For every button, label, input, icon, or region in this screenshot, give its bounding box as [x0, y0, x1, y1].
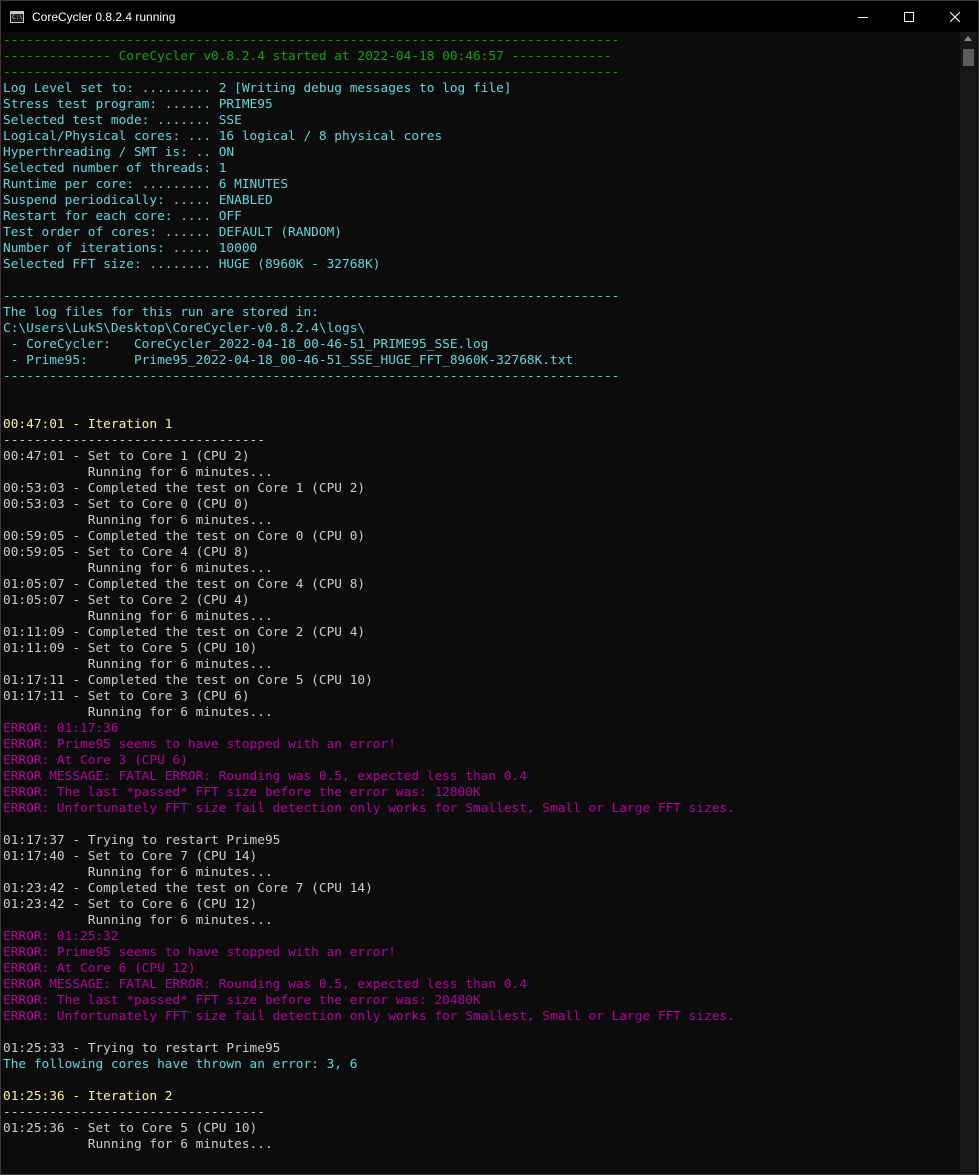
console-window: C:\ CoreCycler 0.8.2.4 running ---------… — [0, 0, 979, 1175]
close-button[interactable] — [932, 1, 978, 32]
console-line: Logical/Physical cores: ... 16 logical /… — [3, 129, 443, 144]
vertical-scrollbar[interactable] — [960, 32, 977, 1174]
console-line: ----------------------------------------… — [3, 33, 620, 48]
console-line: -------------- CoreCycler v0.8.2.4 start… — [3, 49, 612, 64]
console-line: 00:53:03 - Completed the test on Core 1 … — [3, 481, 366, 496]
console-line: 01:17:11 - Completed the test on Core 5 … — [3, 673, 373, 688]
console-line: The log files for this run are stored in… — [3, 305, 319, 320]
console-line: ERROR: Prime95 seems to have stopped wit… — [3, 945, 396, 960]
console-line: ERROR: At Core 6 (CPU 12) — [3, 961, 196, 976]
console-line: ERROR MESSAGE: FATAL ERROR: Rounding was… — [3, 769, 527, 784]
console-line: 01:11:09 - Completed the test on Core 2 … — [3, 625, 366, 640]
console-line: Restart for each core: .... OFF — [3, 209, 242, 224]
console-line: 01:11:09 - Set to Core 5 (CPU 10) — [3, 641, 258, 656]
console-line: Running for 6 minutes... — [3, 561, 273, 576]
console-line: Number of iterations: ..... 10000 — [3, 241, 258, 256]
console-line: Selected test mode: ....... SSE — [3, 113, 242, 128]
console-line: 01:23:42 - Completed the test on Core 7 … — [3, 881, 373, 896]
console-line: 00:47:01 - Set to Core 1 (CPU 2) — [3, 449, 250, 464]
maximize-button[interactable] — [886, 1, 932, 32]
console-line: 00:59:05 - Set to Core 4 (CPU 8) — [3, 545, 250, 560]
console-line: ERROR: Unfortunately FFT size fail detec… — [3, 1009, 735, 1024]
console-line: 01:05:07 - Set to Core 2 (CPU 4) — [3, 593, 250, 608]
console-line: Runtime per core: ......... 6 MINUTES — [3, 177, 289, 192]
console-line: Selected FFT size: ........ HUGE (8960K … — [3, 257, 381, 272]
console-line: Test order of cores: ...... DEFAULT (RAN… — [3, 225, 342, 240]
console-line: ERROR: Unfortunately FFT size fail detec… — [3, 801, 735, 816]
console-line: ----------------------------------------… — [3, 289, 620, 304]
console-line: C:\Users\LukS\Desktop\CoreCycler-v0.8.2.… — [3, 321, 366, 336]
console-line: ---------------------------------- — [3, 433, 265, 448]
console-line: Running for 6 minutes... — [3, 609, 273, 624]
console-line: 00:59:05 - Completed the test on Core 0 … — [3, 529, 366, 544]
console-line: 01:25:36 - Set to Core 5 (CPU 10) — [3, 1121, 258, 1136]
console-line: 01:17:11 - Set to Core 3 (CPU 6) — [3, 689, 250, 704]
console-line: Running for 6 minutes... — [3, 913, 273, 928]
console-line: Running for 6 minutes... — [3, 1137, 273, 1152]
console-line: 00:47:01 - Iteration 1 — [3, 417, 173, 432]
console-line: Running for 6 minutes... — [3, 657, 273, 672]
console-line: The following cores have thrown an error… — [3, 1057, 358, 1072]
console-line: Running for 6 minutes... — [3, 513, 273, 528]
console-line: 01:23:42 - Set to Core 6 (CPU 12) — [3, 897, 258, 912]
console-line: Log Level set to: ......... 2 [Writing d… — [3, 81, 512, 96]
minimize-icon — [858, 16, 868, 18]
minimize-button[interactable] — [840, 1, 886, 32]
window-controls — [840, 1, 978, 32]
console-line: 01:17:37 - Trying to restart Prime95 — [3, 833, 281, 848]
console-line: 01:17:40 - Set to Core 7 (CPU 14) — [3, 849, 258, 864]
scroll-up-arrow-icon[interactable] — [964, 36, 972, 41]
maximize-icon — [904, 11, 914, 22]
console-line: Stress test program: ...... PRIME95 — [3, 97, 273, 112]
console-line: ERROR: Prime95 seems to have stopped wit… — [3, 737, 396, 752]
console-line: Suspend periodically: ..... ENABLED — [3, 193, 273, 208]
console-output[interactable]: ---------------------------------- ------… — [3, 33, 958, 1173]
console-line: 01:25:33 - Trying to restart Prime95 — [3, 1041, 281, 1056]
console-line: Running for 6 minutes... — [3, 705, 273, 720]
console-line: ERROR: At Core 3 (CPU 6) — [3, 753, 188, 768]
window-title: CoreCycler 0.8.2.4 running — [32, 9, 176, 24]
console-line: Selected number of threads: 1 — [3, 161, 227, 176]
console-line: 01:25:36 - Iteration 2 — [3, 1089, 173, 1104]
console-line: ----------------------------------------… — [3, 65, 620, 80]
console-line: Running for 6 minutes... — [3, 865, 273, 880]
console-line: - CoreCycler: CoreCycler_2022-04-18_00-4… — [3, 337, 489, 352]
console-line: ERROR: 01:17:36 — [3, 721, 119, 736]
console-line: ERROR MESSAGE: FATAL ERROR: Rounding was… — [3, 977, 527, 992]
console-line: ----------------------------------------… — [3, 369, 620, 384]
scrollbar-thumb[interactable] — [963, 49, 974, 66]
app-icon-glyph: C:\ — [12, 13, 23, 21]
console-line: ---------------------------------- — [3, 1105, 265, 1120]
console-line: ERROR: The last *passed* FFT size before… — [3, 785, 481, 800]
console-line: 00:53:03 - Set to Core 0 (CPU 0) — [3, 497, 250, 512]
console-line: Running for 6 minutes... — [3, 465, 273, 480]
console-app-icon[interactable]: C:\ — [10, 10, 24, 23]
close-icon — [950, 11, 960, 22]
console-line: Hyperthreading / SMT is: .. ON — [3, 145, 235, 160]
console-line: ERROR: 01:25:32 — [3, 929, 119, 944]
console-line: - Prime95: Prime95_2022-04-18_00-46-51_S… — [3, 353, 574, 368]
console-line: ERROR: The last *passed* FFT size before… — [3, 993, 481, 1008]
title-bar[interactable]: C:\ CoreCycler 0.8.2.4 running — [1, 1, 978, 32]
console-line: 01:05:07 - Completed the test on Core 4 … — [3, 577, 366, 592]
